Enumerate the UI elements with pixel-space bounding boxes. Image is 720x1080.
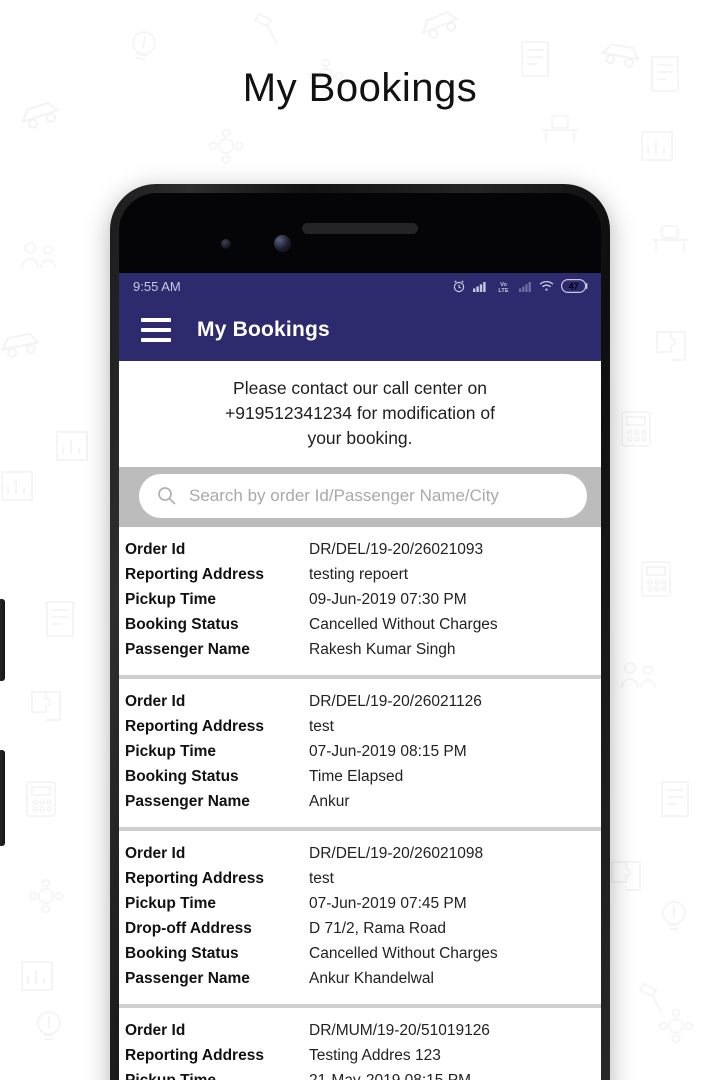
booking-detail-label: Reporting Address [125, 718, 264, 736]
booking-detail-value: Testing Addres 123 [309, 1047, 441, 1065]
booking-card[interactable]: Order Id DR/MUM/19-20/51019126 Reporting A… [119, 1007, 601, 1080]
battery-level-text: 47 [569, 281, 579, 291]
phone-device-frame: 9:55 AM Vo LTE 47 My Bookings Please con… [0, 184, 610, 1080]
search-box[interactable] [139, 473, 587, 518]
booking-detail-row: Booking Status Cancelled Without Charges [119, 942, 601, 967]
booking-detail-label: Booking Status [125, 768, 239, 786]
booking-detail-label: Pickup Time [119, 1072, 309, 1080]
booking-detail-value: Cancelled Without Charges [309, 945, 498, 963]
booking-detail-row: Passenger Name Ankur [119, 790, 601, 815]
booking-detail-label: Reporting Address [125, 566, 264, 584]
booking-detail-value: DR/DEL/19-20/26021126 [309, 693, 482, 711]
wifi-icon [539, 280, 554, 291]
booking-detail-value: Ankur Khandelwal [309, 970, 434, 988]
booking-detail-label: Order Id [125, 845, 186, 863]
booking-detail-label: Drop-off Address [125, 920, 252, 938]
booking-detail-value: Rakesh Kumar Singh [309, 641, 456, 659]
call-center-notice: Please contact our call center on +91951… [119, 361, 601, 467]
booking-detail-row: Reporting Address Testing Addres 123 [119, 1044, 601, 1069]
booking-detail-row: Pickup Time 09-Jun-2019 07:30 PM [119, 588, 601, 613]
volume-button[interactable] [0, 750, 5, 846]
booking-detail-label: Order Id [125, 693, 186, 711]
booking-detail-value: Cancelled Without Charges [309, 616, 498, 634]
app-screen: 9:55 AM Vo LTE 47 My Bookings Please con… [119, 273, 601, 1080]
booking-detail-value: 07-Jun-2019 08:15 PM [309, 743, 467, 761]
booking-detail-value: 21-May-2019 08:15 PM [309, 1072, 471, 1080]
hamburger-menu-icon[interactable] [141, 318, 171, 342]
booking-detail-value: test [309, 870, 334, 888]
booking-detail-row: Reporting Address testing repoert [119, 563, 601, 588]
search-bar-container [119, 466, 601, 527]
booking-detail-label: Passenger Name [125, 641, 250, 659]
booking-card[interactable]: Order Id DR/DEL/19-20/26021126 Reporting A… [119, 678, 601, 827]
booking-detail-row: Order Id DR/DEL/19-20/26021098 [119, 842, 601, 867]
booking-detail-value: testing repoert [309, 566, 409, 584]
booking-detail-label: Pickup Time [125, 743, 217, 761]
earpiece-speaker-icon [302, 223, 418, 234]
app-bar: My Bookings [119, 299, 601, 361]
booking-detail-row: Reporting Address test [119, 715, 601, 740]
booking-detail-label: Order Id [125, 541, 186, 559]
search-icon [158, 487, 176, 505]
booking-detail-value: DR/DEL/19-20/26021093 [309, 541, 484, 559]
booking-detail-value: 09-Jun-2019 07:30 PM [309, 591, 467, 609]
notice-line-1: Please contact our call center on [233, 378, 487, 398]
power-button[interactable] [0, 599, 5, 681]
booking-detail-value: test [309, 718, 334, 736]
booking-detail-label: Pickup Time [125, 591, 217, 609]
notice-line-2: +919512341234 for modification of [225, 402, 495, 423]
booking-detail-row: Pickup Time 07-Jun-2019 07:45 PM [119, 892, 601, 917]
svg-text:LTE: LTE [498, 288, 508, 293]
booking-detail-row: Order Id DR/DEL/19-20/26021093 [119, 538, 601, 563]
booking-card[interactable]: Order Id DR/DEL/19-20/26021093 Reporting A… [119, 526, 601, 675]
booking-detail-row: Pickup Time21-May-2019 08:15 PM [119, 1069, 601, 1080]
booking-detail-row: Booking Status Cancelled Without Charges [119, 613, 601, 638]
status-bar: 9:55 AM Vo LTE 47 [119, 273, 601, 299]
booking-detail-label: Order Id [125, 1022, 186, 1040]
booking-detail-label: Passenger Name [125, 970, 250, 988]
booking-detail-row: Drop-off Address D 71/2, Rama Road [119, 917, 601, 942]
battery-icon: 47 [561, 279, 588, 293]
status-bar-time: 9:55 AM [133, 278, 181, 294]
booking-detail-row: Order Id DR/DEL/19-20/26021126 [119, 690, 601, 715]
signal-bars-icon [473, 282, 486, 292]
booking-detail-label: Reporting Address [125, 1047, 264, 1065]
booking-detail-value: Time Elapsed [309, 768, 404, 786]
phone-screen-bezel: 9:55 AM Vo LTE 47 My Bookings Please con… [119, 193, 601, 1080]
page-title: My Bookings [242, 66, 478, 110]
signal-bars-secondary-icon [519, 282, 531, 292]
phone-top-bezel [119, 193, 601, 273]
booking-detail-row: Booking Status Time Elapsed [119, 765, 601, 790]
booking-detail-label: Reporting Address [125, 870, 264, 888]
booking-detail-value: D 71/2, Rama Road [309, 920, 446, 938]
booking-detail-row: Order Id DR/MUM/19-20/51019126 [119, 1019, 601, 1044]
alarm-icon [453, 280, 465, 293]
booking-detail-value: 07-Jun-2019 07:45 PM [309, 895, 467, 913]
booking-detail-label: Booking Status [125, 616, 239, 634]
search-input[interactable] [189, 485, 569, 506]
app-bar-title: My Bookings [197, 318, 330, 341]
notice-line-3: your booking. [307, 427, 413, 448]
booking-detail-row: Reporting Address test [119, 867, 601, 892]
booking-detail-label: Booking Status [125, 945, 239, 963]
booking-detail-row: Pickup Time 07-Jun-2019 08:15 PM [119, 740, 601, 765]
booking-card[interactable]: Order Id DR/DEL/19-20/26021098 Reporting A… [119, 830, 601, 1004]
booking-detail-label: Pickup Time [125, 895, 217, 913]
booking-detail-row: Passenger Name Ankur Khandelwal [119, 967, 601, 992]
booking-detail-value: Ankur [309, 793, 350, 811]
booking-detail-row: Passenger Name Rakesh Kumar Singh [119, 638, 601, 663]
booking-detail-value: DR/DEL/19-20/26021098 [309, 845, 484, 863]
volte-icon: Vo LTE [498, 282, 508, 293]
status-bar-icons: Vo LTE 47 [452, 279, 589, 293]
booking-detail-label: Passenger Name [125, 793, 250, 811]
booking-detail-value: DR/MUM/19-20/51019126 [309, 1022, 490, 1040]
proximity-sensor-icon [221, 239, 231, 249]
booking-list[interactable]: Order Id DR/DEL/19-20/26021093 Reporting A… [119, 526, 601, 1080]
front-camera-icon [274, 235, 291, 252]
